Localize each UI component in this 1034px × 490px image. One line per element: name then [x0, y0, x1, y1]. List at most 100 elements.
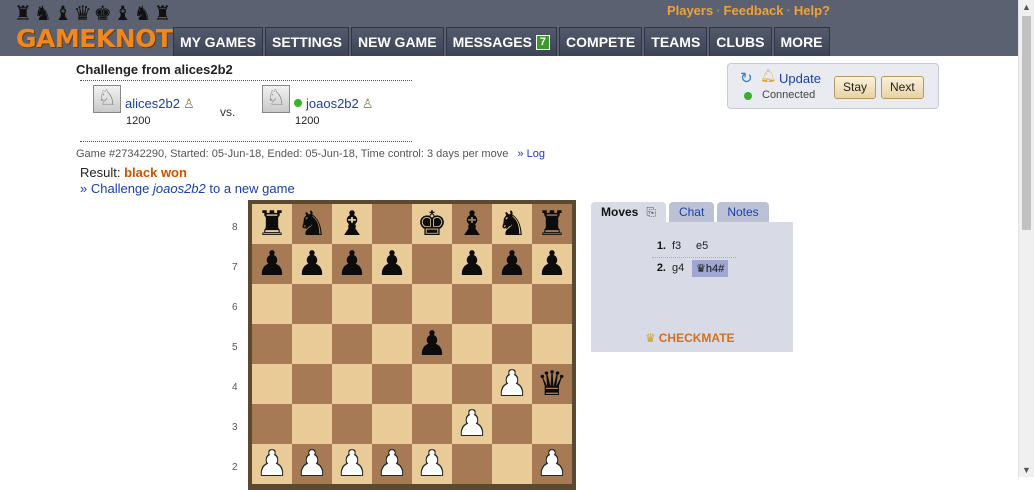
- update-link[interactable]: Update: [779, 71, 821, 86]
- page-scrollbar[interactable]: ▲ ▼: [1018, 0, 1034, 477]
- white-pawn-icon[interactable]: ♟: [537, 444, 567, 484]
- nav-new-game[interactable]: NEW GAME: [351, 27, 444, 56]
- board-square[interactable]: [252, 284, 292, 324]
- board-square[interactable]: [452, 444, 492, 484]
- board-square[interactable]: [252, 324, 292, 364]
- black-king-icon[interactable]: ♚: [417, 204, 447, 244]
- players-link[interactable]: Players: [667, 3, 713, 18]
- board-square[interactable]: ♟: [292, 444, 332, 484]
- black-rook-icon[interactable]: ♜: [257, 204, 287, 244]
- tab-moves[interactable]: Moves ⎘: [591, 202, 666, 223]
- board-square[interactable]: [492, 444, 532, 484]
- stay-button[interactable]: Stay: [834, 76, 877, 99]
- board-square[interactable]: [292, 364, 332, 404]
- tab-notes[interactable]: Notes: [717, 202, 769, 223]
- board-square[interactable]: [332, 324, 372, 364]
- knight-icon[interactable]: ♘: [262, 85, 290, 113]
- white-move[interactable]: g4: [672, 262, 690, 274]
- board-square[interactable]: [372, 404, 412, 444]
- board-square[interactable]: [292, 324, 332, 364]
- board-square[interactable]: ♛: [532, 364, 572, 404]
- board-square[interactable]: [292, 284, 332, 324]
- feedback-link[interactable]: Feedback: [724, 3, 784, 18]
- nav-clubs[interactable]: CLUBS: [709, 27, 772, 56]
- nav-my-games[interactable]: MY GAMES: [173, 27, 263, 56]
- black-knight-icon[interactable]: ♞: [297, 204, 327, 244]
- board-square[interactable]: [452, 284, 492, 324]
- chess-board[interactable]: ♜ ♞ ♝ ♚ ♝ ♞ ♜ ♟ ♟ ♟ ♟ ♟ ♟ ♟ ♟ ♟ ♛ ♟ ♟ ♟ ♟ ♟ ♟ ♟: [248, 200, 576, 490]
- board-square[interactable]: [252, 404, 292, 444]
- board-square[interactable]: ♟: [452, 244, 492, 284]
- board-square[interactable]: ♟: [412, 444, 452, 484]
- board-square[interactable]: [372, 204, 412, 244]
- scroll-thumb[interactable]: [1022, 16, 1031, 230]
- tab-chat[interactable]: Chat: [668, 202, 715, 223]
- board-square[interactable]: ♟: [252, 244, 292, 284]
- nav-more[interactable]: MORE: [773, 27, 830, 56]
- player-name[interactable]: alices2b2 ♙: [125, 96, 195, 112]
- white-pawn-icon[interactable]: ♟: [257, 444, 287, 484]
- black-pawn-icon[interactable]: ♟: [497, 244, 527, 284]
- board-square[interactable]: [492, 404, 532, 444]
- nav-compete[interactable]: COMPETE: [559, 27, 643, 56]
- black-pawn-icon[interactable]: ♟: [337, 244, 367, 284]
- board-square[interactable]: [412, 284, 452, 324]
- black-pawn-icon[interactable]: ♟: [537, 244, 567, 284]
- export-icon[interactable]: ⎘: [646, 202, 656, 223]
- gameknot-logo[interactable]: ♜♞♝♛♚♝♞♜ GAMEKNOT: [12, 2, 173, 54]
- white-move[interactable]: f3: [672, 240, 690, 252]
- board-square[interactable]: [372, 324, 412, 364]
- board-square[interactable]: [412, 244, 452, 284]
- board-square[interactable]: ♟: [372, 244, 412, 284]
- board-square[interactable]: [332, 284, 372, 324]
- board-square[interactable]: [532, 404, 572, 444]
- white-pawn-icon[interactable]: ♟: [417, 444, 447, 484]
- board-square[interactable]: ♟: [292, 244, 332, 284]
- black-move[interactable]: e5: [692, 238, 712, 254]
- board-square[interactable]: [492, 324, 532, 364]
- bell-icon[interactable]: 🔔︎: [760, 69, 777, 84]
- board-square[interactable]: ♚: [412, 204, 452, 244]
- board-square[interactable]: [252, 364, 292, 404]
- black-queen-icon[interactable]: ♛: [537, 364, 567, 404]
- board-square[interactable]: ♟: [252, 444, 292, 484]
- board-square[interactable]: ♟: [332, 244, 372, 284]
- refresh-icon[interactable]: ↻: [740, 69, 753, 87]
- board-square[interactable]: [532, 324, 572, 364]
- board-square[interactable]: [452, 324, 492, 364]
- scroll-down-icon[interactable]: ▼: [1022, 465, 1031, 475]
- board-square[interactable]: ♜: [252, 204, 292, 244]
- board-square[interactable]: ♟: [532, 444, 572, 484]
- board-square[interactable]: ♜: [532, 204, 572, 244]
- board-square[interactable]: ♟: [452, 404, 492, 444]
- log-link[interactable]: » Log: [517, 148, 545, 160]
- black-bishop-icon[interactable]: ♝: [457, 204, 487, 244]
- board-square[interactable]: [412, 364, 452, 404]
- nav-settings[interactable]: SETTINGS: [264, 27, 349, 56]
- player-name-text[interactable]: alices2b2: [125, 96, 180, 111]
- board-square[interactable]: ♟: [532, 244, 572, 284]
- black-bishop-icon[interactable]: ♝: [337, 204, 367, 244]
- knight-icon[interactable]: ♘: [93, 85, 121, 113]
- challenge-rematch-link[interactable]: » Challenge joaos2b2 to a new game: [80, 181, 295, 196]
- white-pawn-icon[interactable]: ♟: [337, 444, 367, 484]
- board-square[interactable]: ♟: [372, 444, 412, 484]
- board-square[interactable]: [492, 284, 532, 324]
- help-link[interactable]: Help?: [794, 3, 830, 18]
- white-pawn-icon[interactable]: ♟: [457, 404, 487, 444]
- white-pawn-icon[interactable]: ♟: [497, 364, 527, 404]
- board-square[interactable]: [332, 364, 372, 404]
- board-square[interactable]: [332, 404, 372, 444]
- black-move-current[interactable]: ♛h4#: [692, 259, 729, 277]
- board-square[interactable]: ♝: [452, 204, 492, 244]
- board-square[interactable]: [412, 404, 452, 444]
- next-button[interactable]: Next: [881, 76, 924, 99]
- board-square[interactable]: ♟: [492, 244, 532, 284]
- player-name-text[interactable]: joaos2b2: [306, 96, 359, 111]
- board-square[interactable]: [372, 284, 412, 324]
- player-name[interactable]: joaos2b2 ♙: [294, 96, 373, 112]
- black-rook-icon[interactable]: ♜: [537, 204, 567, 244]
- board-square[interactable]: [452, 364, 492, 404]
- board-square[interactable]: ♟: [412, 324, 452, 364]
- board-square[interactable]: ♞: [492, 204, 532, 244]
